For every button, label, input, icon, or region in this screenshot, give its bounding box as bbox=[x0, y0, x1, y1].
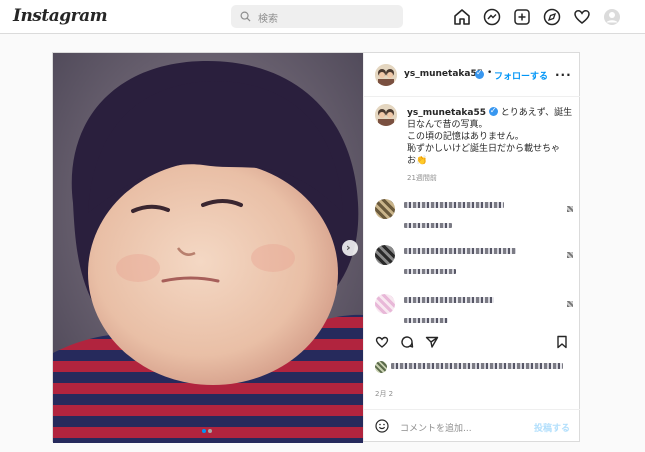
like-heart-icon[interactable] bbox=[375, 334, 389, 348]
carousel-dot bbox=[202, 429, 206, 433]
caption-line: お👏 bbox=[407, 156, 428, 166]
comment-meta-pixelated bbox=[404, 223, 452, 228]
more-options-icon[interactable]: ... bbox=[555, 65, 572, 79]
search-input[interactable]: 検索 bbox=[231, 5, 403, 28]
comment-like-icon[interactable] bbox=[567, 206, 573, 212]
comment-text-pixelated bbox=[404, 202, 504, 208]
comment-avatar[interactable] bbox=[375, 245, 395, 265]
activity-heart-icon[interactable] bbox=[572, 7, 592, 27]
post-comment-button[interactable]: 投稿する bbox=[534, 421, 570, 434]
post-actions bbox=[364, 334, 580, 350]
post-date: 2月 2 bbox=[375, 390, 394, 398]
user-avatar[interactable] bbox=[375, 64, 397, 86]
post-header: ys_munetaka55 ✓ • フォローする ... bbox=[364, 53, 580, 97]
liker-avatar[interactable] bbox=[375, 361, 387, 373]
share-direct-icon[interactable] bbox=[425, 334, 439, 348]
caption-line: 日なんで昔の写真。 bbox=[407, 120, 488, 130]
caption-timestamp: 21週間前 bbox=[407, 174, 437, 182]
caption-line: とりあえず、誕生 bbox=[500, 108, 573, 118]
separator-dot: • bbox=[487, 68, 493, 78]
caption-line: この頃の記憶はありません。 bbox=[407, 132, 524, 142]
comment-like-icon[interactable] bbox=[567, 252, 573, 258]
comment-input[interactable]: コメントを追加... bbox=[400, 421, 472, 434]
search-icon bbox=[240, 11, 251, 22]
verified-badge-icon: ✓ bbox=[475, 68, 484, 79]
comment-bubble-icon[interactable] bbox=[400, 334, 414, 348]
save-bookmark-icon[interactable] bbox=[555, 334, 569, 349]
caption-username[interactable]: ys_munetaka55 bbox=[407, 108, 486, 118]
likes-text-pixelated bbox=[391, 363, 563, 369]
explore-icon[interactable] bbox=[542, 7, 562, 27]
verified-badge-icon: ✓ bbox=[488, 106, 498, 116]
comment-text-pixelated bbox=[404, 297, 494, 303]
chevron-right-icon: › bbox=[346, 241, 351, 254]
post-sidebar: ys_munetaka55 ✓ • フォローする ... ys_munetaka… bbox=[363, 53, 580, 441]
comment-avatar[interactable] bbox=[375, 199, 395, 219]
comment-text-pixelated bbox=[404, 248, 516, 254]
comment-meta-pixelated bbox=[404, 269, 456, 274]
post-caption: ys_munetaka55 ✓ とりあえず、誕生 日なんで昔の写真。 この頃の記… bbox=[407, 106, 575, 167]
post-card: › ys_munetaka55 ✓ • フォローする ... ys_muneta… bbox=[52, 52, 580, 443]
child-photo-image bbox=[53, 53, 363, 443]
search-placeholder: 検索 bbox=[258, 14, 278, 25]
messenger-icon[interactable] bbox=[482, 7, 502, 27]
comment-meta-pixelated bbox=[404, 318, 448, 323]
caption-avatar[interactable] bbox=[375, 104, 397, 126]
post-photo[interactable]: › bbox=[53, 53, 363, 443]
home-icon[interactable] bbox=[452, 7, 472, 27]
emoji-smile-icon[interactable] bbox=[375, 419, 389, 433]
instagram-logo[interactable]: Instagram bbox=[13, 6, 108, 26]
top-nav: Instagram 検索 bbox=[0, 0, 645, 34]
comment-avatar[interactable] bbox=[375, 294, 395, 314]
carousel-dot bbox=[208, 429, 212, 433]
caption-line: 恥ずかしいけど誕生日だから載せちゃ bbox=[407, 144, 561, 154]
add-comment-bar: コメントを追加... 投稿する bbox=[364, 409, 580, 441]
carousel-next-button[interactable]: › bbox=[342, 240, 358, 256]
header-username[interactable]: ys_munetaka55 bbox=[404, 69, 483, 79]
profile-avatar[interactable] bbox=[602, 7, 622, 27]
follow-button[interactable]: フォローする bbox=[494, 69, 548, 82]
new-post-icon[interactable] bbox=[512, 7, 532, 27]
comment-like-icon[interactable] bbox=[567, 301, 573, 307]
